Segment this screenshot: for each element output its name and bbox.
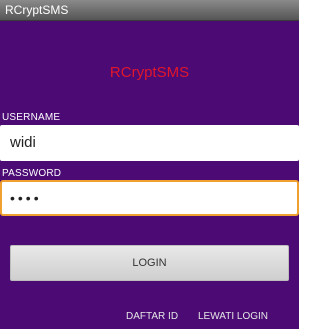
skip-login-link[interactable]: LEWATI LOGIN [198, 311, 268, 322]
login-button[interactable]: LOGIN [10, 245, 289, 281]
app-name-heading: RCryptSMS [109, 64, 190, 81]
login-screen: RCryptSMS RCryptSMS USERNAME widi PASSWO… [0, 0, 299, 329]
window-title: RCryptSMS [5, 3, 69, 17]
password-field[interactable]: •••• [0, 180, 299, 216]
username-field[interactable]: widi [0, 125, 299, 161]
password-label: PASSWORD [2, 168, 62, 179]
title-bar: RCryptSMS [0, 0, 299, 21]
username-label: USERNAME [2, 112, 61, 123]
register-link[interactable]: DAFTAR ID [126, 311, 178, 322]
